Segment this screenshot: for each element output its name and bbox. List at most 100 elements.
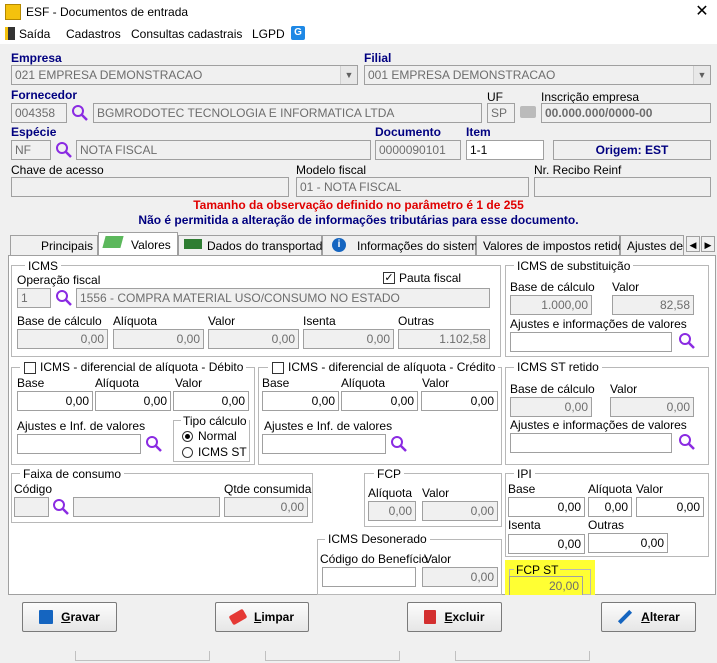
desonerado-codigo-field[interactable] — [322, 567, 416, 587]
difal-debito-aliquota-field[interactable]: 0,00 — [95, 391, 171, 411]
ipi-outras-field[interactable]: 0,00 — [588, 533, 668, 553]
difal-credito-valor-field[interactable]: 0,00 — [421, 391, 498, 411]
difal-credito-ajustes-label: Ajustes e Inf. de valores — [264, 419, 393, 433]
icms-aliquota-label: Alíquota — [113, 314, 158, 328]
icms-outras-field: 1.102,58 — [398, 329, 490, 349]
ipi-aliquota-label: Alíquota — [588, 482, 633, 496]
search-icon[interactable] — [52, 498, 70, 516]
ipi-title: IPI — [514, 467, 535, 481]
item-field[interactable]: 1-1 — [466, 140, 544, 160]
difal-debito-base-field[interactable]: 0,00 — [17, 391, 93, 411]
tab-scroll-right-icon[interactable]: ▶ — [701, 236, 715, 252]
pauta-label: Pauta fiscal — [399, 271, 462, 285]
menu-consultas-cadastrais[interactable]: Consultas cadastrais — [131, 27, 242, 41]
radio-normal[interactable] — [182, 431, 193, 442]
footer-tab — [75, 651, 210, 661]
difal-credito-base-field[interactable]: 0,00 — [262, 391, 339, 411]
radio-normal-label: Normal — [198, 429, 237, 443]
difal-debito-ajustes-label: Ajustes e Inf. de valores — [17, 419, 146, 433]
desonerado-codigo-label: Código do Benefício — [320, 552, 429, 566]
search-icon[interactable] — [55, 289, 73, 307]
empresa-label: Empresa — [11, 51, 62, 65]
footer-tab — [265, 651, 400, 661]
difal-debito-aliquota-label: Alíquota — [95, 376, 140, 390]
close-button[interactable]: ✕ — [690, 0, 714, 24]
uf-label: UF — [487, 90, 503, 104]
search-icon[interactable] — [678, 332, 696, 350]
difal-debito-valor-field[interactable]: 0,00 — [173, 391, 249, 411]
difal-credito-checkbox[interactable] — [272, 362, 284, 374]
difal-debito-ajustes-field[interactable] — [17, 434, 141, 454]
st-retido-ajustes-field[interactable] — [510, 433, 672, 453]
icms-title: ICMS — [25, 259, 61, 273]
truck-icon — [184, 239, 202, 249]
fornecedor-name: BGMRODOTEC TECNOLOGIA E INFORMATICA LTDA — [93, 103, 482, 123]
fcp-valor-field: 0,00 — [422, 501, 498, 521]
icms-st-ajustes-field[interactable] — [510, 332, 672, 352]
radio-icms-st-label: ICMS ST — [198, 445, 247, 459]
search-icon[interactable] — [678, 433, 696, 451]
faixa-qtde-label: Qtde consumida — [224, 482, 312, 496]
money-icon — [102, 236, 124, 248]
difal-debito-title: ICMS - diferencial de alíquota - Débito — [20, 360, 247, 374]
tab-valores-impostos-retidos[interactable]: Valores de impostos retidos — [476, 235, 630, 255]
documento-field[interactable]: 0000090101 — [375, 140, 461, 160]
chevron-down-icon: ▼ — [693, 66, 710, 84]
icms-base-label: Base de cálculo — [17, 314, 102, 328]
fornecedor-code[interactable]: 004358 — [11, 103, 67, 123]
modelo-label: Modelo fiscal — [296, 163, 367, 177]
operacao-label: Operação fiscal — [17, 273, 101, 287]
difal-credito-valor-label: Valor — [422, 376, 450, 390]
faixa-codigo-label: Código — [14, 482, 53, 496]
alterar-button[interactable]: Alterar — [601, 602, 696, 632]
search-icon[interactable] — [145, 435, 163, 453]
ipi-aliquota-field[interactable]: 0,00 — [588, 497, 632, 517]
icms-base-field: 0,00 — [17, 329, 108, 349]
difal-credito-ajustes-field[interactable] — [262, 434, 386, 454]
filial-select[interactable]: 001 EMPRESA DEMONSTRACAO ▼ — [364, 65, 711, 85]
search-icon[interactable] — [55, 141, 73, 159]
difal-credito-aliquota-field[interactable]: 0,00 — [341, 391, 418, 411]
difal-debito-base-label: Base — [17, 376, 45, 390]
tipo-calculo-label: Tipo cálculo — [181, 414, 249, 428]
difal-debito-checkbox[interactable] — [24, 362, 36, 374]
menu-saida[interactable]: Saída — [19, 27, 50, 41]
excluir-button[interactable]: Excluir — [407, 602, 502, 632]
search-icon[interactable] — [390, 435, 408, 453]
st-retido-ajustes-label: Ajustes e informações de valores — [510, 418, 687, 432]
lgpd-icon[interactable]: G — [291, 26, 305, 40]
info-icon: i — [332, 238, 346, 252]
difal-debito-valor-label: Valor — [175, 376, 203, 390]
tab-ajustes[interactable]: Ajustes de C — [620, 235, 684, 255]
operacao-code[interactable]: 1 — [17, 288, 51, 308]
difal-credito-aliquota-label: Alíquota — [341, 376, 386, 390]
radio-icms-st[interactable] — [182, 447, 193, 458]
icms-st-valor-field: 82,58 — [612, 295, 694, 315]
pencil-icon — [618, 609, 633, 625]
search-icon[interactable] — [71, 104, 89, 122]
item-label: Item — [466, 125, 491, 139]
icms-st-ajustes-label: Ajustes e informações de valores — [510, 317, 687, 331]
ipi-valor-label: Valor — [636, 482, 664, 496]
desonerado-valor-label: Valor — [424, 552, 452, 566]
ipi-isenta-field[interactable]: 0,00 — [508, 534, 585, 554]
pauta-checkbox[interactable]: ✓ — [383, 272, 395, 284]
menu-lgpd[interactable]: LGPD — [252, 27, 285, 41]
empresa-select[interactable]: 021 EMPRESA DEMONSTRACAO ▼ — [11, 65, 358, 85]
st-retido-base-label: Base de cálculo — [510, 382, 595, 396]
ipi-base-field[interactable]: 0,00 — [508, 497, 585, 517]
origem-display: Origem: EST — [553, 140, 711, 160]
faixa-title: Faixa de consumo — [20, 467, 125, 481]
inscricao-field: 00.000.000/0000-00 — [541, 103, 711, 123]
ipi-valor-field[interactable]: 0,00 — [636, 497, 704, 517]
menu-cadastros[interactable]: Cadastros — [66, 27, 121, 41]
icms-outras-label: Outras — [398, 314, 435, 328]
especie-code[interactable]: NF — [11, 140, 51, 160]
st-retido-base-field: 0,00 — [510, 397, 592, 417]
tab-principais[interactable]: Principais — [10, 235, 98, 255]
gravar-button[interactable]: Gravar — [22, 602, 117, 632]
fornecedor-label: Fornecedor — [11, 88, 78, 102]
limpar-button[interactable]: Limpar — [215, 602, 309, 632]
tab-scroll-left-icon[interactable]: ◀ — [686, 236, 700, 252]
save-icon — [39, 610, 54, 624]
